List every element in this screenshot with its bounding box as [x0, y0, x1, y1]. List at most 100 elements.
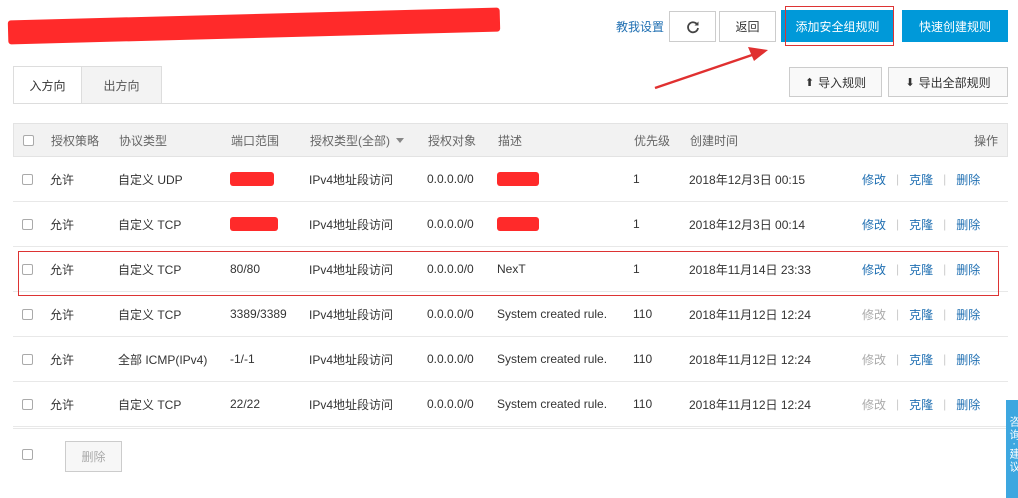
row-checkbox[interactable]	[22, 353, 33, 365]
table-row: 允许 自定义 TCP 80/80 IPv4地址段访问 0.0.0.0/0 Nex…	[13, 247, 1008, 292]
consult-widget[interactable]: 咨询·建议	[1006, 400, 1018, 498]
delete-link[interactable]: 删除	[956, 261, 980, 278]
clone-link[interactable]: 克隆	[909, 306, 933, 323]
redacted-port	[230, 172, 274, 186]
tab-inbound[interactable]: 入方向	[13, 66, 82, 104]
delete-link[interactable]: 删除	[956, 216, 980, 233]
export-all-rules-button[interactable]: ⬇ 导出全部规则	[888, 67, 1008, 97]
row-created-time: 2018年11月12日 12:24	[689, 352, 811, 367]
top-bar: 教我设置 返回 添加安全组规则 快速创建规则	[0, 0, 1018, 55]
select-all-checkbox[interactable]	[23, 134, 34, 146]
row-actions: 修改 | 克隆 | 删除	[862, 157, 980, 201]
header-auth-type-label: 授权类型(全部)	[310, 133, 390, 148]
edit-link[interactable]: 修改	[862, 261, 886, 278]
action-separator: |	[896, 307, 900, 321]
action-separator: |	[943, 172, 947, 186]
row-protocol: 自定义 TCP	[118, 262, 182, 277]
row-description: System created rule.	[497, 397, 608, 411]
header-created-time: 创建时间	[690, 133, 739, 148]
import-rules-button[interactable]: ⬆ 导入规则	[789, 67, 882, 97]
header-priority: 优先级	[634, 133, 671, 148]
export-all-rules-label: 导出全部规则	[918, 75, 991, 90]
quick-create-rule-button[interactable]: 快速创建规则	[902, 10, 1008, 42]
delete-link[interactable]: 删除	[956, 396, 980, 413]
row-target: 0.0.0.0/0	[427, 307, 474, 321]
row-policy: 允许	[50, 397, 75, 412]
action-separator: |	[943, 217, 947, 231]
row-port-range	[230, 202, 278, 246]
action-separator: |	[896, 172, 900, 186]
row-checkbox[interactable]	[22, 218, 33, 230]
row-port-range: 3389/3389	[230, 307, 287, 321]
row-description: System created rule.	[497, 352, 608, 366]
row-auth-type: IPv4地址段访问	[309, 172, 394, 187]
row-auth-type: IPv4地址段访问	[309, 352, 394, 367]
delete-link[interactable]: 删除	[956, 171, 980, 188]
clone-link[interactable]: 克隆	[909, 396, 933, 413]
add-security-rule-button[interactable]: 添加安全组规则	[781, 10, 894, 42]
clone-link[interactable]: 克隆	[909, 261, 933, 278]
row-description	[497, 202, 539, 246]
row-auth-type: IPv4地址段访问	[309, 397, 394, 412]
edit-link: 修改	[862, 352, 887, 367]
delete-link[interactable]: 删除	[956, 351, 980, 368]
row-protocol: 自定义 TCP	[118, 307, 182, 322]
row-created-time: 2018年12月3日 00:15	[689, 172, 806, 187]
clone-link[interactable]: 克隆	[909, 351, 933, 368]
action-separator: |	[896, 217, 900, 231]
row-created-time: 2018年11月12日 12:24	[689, 397, 811, 412]
caret-down-icon	[396, 137, 404, 143]
row-port-range	[230, 157, 274, 201]
row-port-range: 22/22	[230, 397, 261, 411]
teach-me-link[interactable]: 教我设置	[616, 18, 664, 35]
row-target: 0.0.0.0/0	[427, 217, 474, 231]
row-protocol: 自定义 TCP	[118, 217, 182, 232]
row-description	[497, 157, 539, 201]
tab-outbound[interactable]: 出方向	[82, 66, 162, 104]
row-checkbox[interactable]	[22, 263, 33, 275]
header-port-range: 端口范围	[231, 133, 280, 148]
row-created-time: 2018年11月12日 12:24	[689, 307, 811, 322]
header-policy: 授权策略	[51, 133, 100, 148]
row-checkbox[interactable]	[22, 173, 33, 185]
header-target: 授权对象	[428, 133, 477, 148]
tab-divider	[13, 103, 1008, 104]
edit-link[interactable]: 修改	[862, 216, 886, 233]
row-description: NexT	[497, 262, 526, 276]
row-policy: 允许	[50, 352, 75, 367]
row-checkbox[interactable]	[22, 308, 33, 320]
row-actions: 修改 | 克隆 | 删除	[862, 202, 980, 246]
redacted-description	[497, 172, 539, 186]
table-row: 允许 全部 ICMP(IPv4) -1/-1 IPv4地址段访问 0.0.0.0…	[13, 337, 1008, 382]
back-button[interactable]: 返回	[719, 11, 776, 42]
row-priority: 1	[633, 172, 640, 186]
edit-link: 修改	[862, 397, 887, 412]
footer-select-all-checkbox[interactable]	[22, 449, 33, 460]
row-checkbox[interactable]	[22, 398, 33, 410]
table-row: 允许 自定义 TCP 22/22 IPv4地址段访问 0.0.0.0/0 Sys…	[13, 382, 1008, 427]
row-auth-type: IPv4地址段访问	[309, 262, 394, 277]
row-target: 0.0.0.0/0	[427, 262, 474, 276]
batch-delete-button: 删除	[65, 441, 122, 472]
row-port-range: -1/-1	[230, 352, 255, 366]
action-separator: |	[943, 397, 947, 411]
edit-link[interactable]: 修改	[862, 171, 886, 188]
table-row: 允许 自定义 TCP 3389/3389 IPv4地址段访问 0.0.0.0/0…	[13, 292, 1008, 337]
row-target: 0.0.0.0/0	[427, 352, 474, 366]
action-separator: |	[943, 262, 947, 276]
delete-link[interactable]: 删除	[956, 306, 980, 323]
clone-link[interactable]: 克隆	[909, 171, 933, 188]
row-policy: 允许	[50, 307, 75, 322]
row-auth-type: IPv4地址段访问	[309, 217, 394, 232]
header-actions: 操作	[973, 133, 998, 148]
table-header: 授权策略 协议类型 端口范围 授权类型(全部) 授权对象 描述 优先级 创建时间…	[13, 123, 1008, 157]
consult-widget-label: 咨询·建议	[1008, 416, 1018, 474]
row-policy: 允许	[50, 172, 75, 187]
refresh-button[interactable]	[669, 11, 716, 42]
action-separator: |	[896, 397, 900, 411]
row-priority: 110	[633, 397, 653, 411]
table-row: 允许 自定义 TCP IPv4地址段访问 0.0.0.0/0 1 2018年12…	[13, 202, 1008, 247]
row-priority: 110	[633, 307, 653, 321]
header-auth-type-filter[interactable]: 授权类型(全部)	[310, 124, 404, 156]
clone-link[interactable]: 克隆	[909, 216, 933, 233]
